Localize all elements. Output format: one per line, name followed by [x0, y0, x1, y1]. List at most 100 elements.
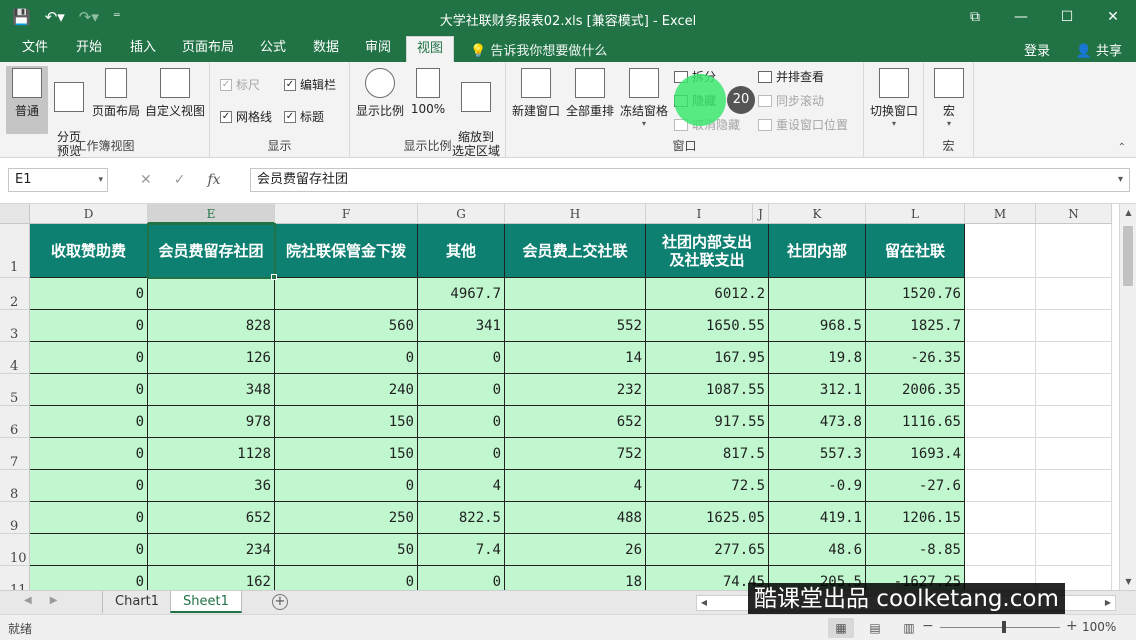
empty-cell[interactable] — [1036, 534, 1112, 566]
empty-cell[interactable] — [965, 342, 1036, 374]
table-cell[interactable]: 0 — [30, 438, 148, 470]
table-cell[interactable]: -27.6 — [866, 470, 965, 502]
column-header-i[interactable]: I — [646, 204, 753, 224]
headings-checkbox[interactable]: ✓ 标题 — [284, 108, 324, 125]
scroll-right-icon[interactable]: ▶ — [1101, 596, 1115, 610]
chevron-down-icon[interactable]: ▾ — [98, 169, 103, 191]
table-header-cell[interactable]: 会员费上交社联 — [505, 224, 646, 278]
column-header-g[interactable]: G — [418, 204, 505, 224]
table-cell[interactable]: 0 — [418, 438, 505, 470]
column-header-d[interactable]: D — [30, 204, 148, 224]
zoom-100-button[interactable]: 100% — [408, 66, 448, 116]
empty-cell[interactable] — [1036, 502, 1112, 534]
table-cell[interactable]: 0 — [30, 566, 148, 590]
sheet-tab-chart1[interactable]: Chart1 — [102, 591, 172, 613]
tab-insert[interactable]: 插入 — [120, 36, 166, 62]
zoom-slider[interactable]: − + — [918, 618, 1078, 637]
row-header-4[interactable]: 4 — [0, 342, 30, 374]
select-all-corner[interactable] — [0, 204, 30, 224]
zoom-to-selection-button[interactable]: 缩放到 选定区域 — [450, 66, 502, 172]
table-cell[interactable]: 419.1 — [769, 502, 866, 534]
table-cell[interactable] — [769, 278, 866, 310]
table-cell[interactable]: 968.5 — [769, 310, 866, 342]
empty-cell[interactable] — [1036, 470, 1112, 502]
macros-button[interactable]: 宏 ▾ — [928, 66, 970, 128]
zoom-knob[interactable] — [1002, 621, 1006, 633]
table-cell[interactable]: 652 — [505, 406, 646, 438]
switch-windows-button[interactable]: 切换窗口 ▾ — [866, 66, 922, 128]
table-cell[interactable]: 0 — [30, 278, 148, 310]
empty-cell[interactable] — [1036, 438, 1112, 470]
table-cell[interactable]: 250 — [275, 502, 418, 534]
table-cell[interactable]: 0 — [418, 342, 505, 374]
name-box[interactable]: E1 ▾ — [8, 168, 108, 192]
empty-cell[interactable] — [965, 406, 1036, 438]
row-header-5[interactable]: 5 — [0, 374, 30, 406]
scroll-up-icon[interactable]: ▲ — [1120, 204, 1136, 221]
arrange-all-button[interactable]: 全部重排 — [564, 66, 616, 119]
table-cell[interactable]: 4 — [505, 470, 646, 502]
table-cell[interactable]: 0 — [30, 310, 148, 342]
page-layout-view-button[interactable]: 页面布局 — [90, 66, 142, 119]
sync-scroll-button[interactable]: 同步滚动 — [758, 92, 824, 109]
table-header-cell[interactable]: 社团内部支出 及社联支出 — [646, 224, 769, 278]
row-header-10[interactable]: 10 — [0, 534, 30, 566]
table-header-cell[interactable]: 留在社联 — [866, 224, 965, 278]
table-cell[interactable]: 348 — [148, 374, 275, 406]
table-cell[interactable]: 552 — [505, 310, 646, 342]
table-cell[interactable]: 48.6 — [769, 534, 866, 566]
table-cell[interactable]: 18 — [505, 566, 646, 590]
row-header-7[interactable]: 7 — [0, 438, 30, 470]
row-header-6[interactable]: 6 — [0, 406, 30, 438]
fill-handle[interactable] — [271, 274, 277, 280]
table-cell[interactable] — [505, 278, 646, 310]
table-cell[interactable]: 1693.4 — [866, 438, 965, 470]
table-cell[interactable]: 0 — [275, 470, 418, 502]
row-header-9[interactable]: 9 — [0, 502, 30, 534]
empty-cell[interactable] — [1036, 278, 1112, 310]
row-header-1[interactable]: 1 — [0, 224, 30, 278]
empty-cell[interactable] — [965, 374, 1036, 406]
table-cell[interactable]: -0.9 — [769, 470, 866, 502]
table-cell[interactable]: 1520.76 — [866, 278, 965, 310]
column-header-l[interactable]: L — [866, 204, 965, 224]
empty-cell[interactable] — [965, 534, 1036, 566]
table-cell[interactable]: 0 — [30, 374, 148, 406]
table-cell[interactable]: 0 — [30, 470, 148, 502]
table-cell[interactable]: 126 — [148, 342, 275, 374]
zoom-track[interactable] — [940, 627, 1060, 628]
page-layout-view-icon[interactable]: ▤ — [862, 618, 888, 638]
formula-bar-checkbox[interactable]: ✓ 编辑栏 — [284, 76, 336, 93]
table-cell[interactable]: 50 — [275, 534, 418, 566]
zoom-button[interactable]: 显示比例 — [354, 66, 406, 119]
vertical-scrollbar[interactable]: ▲ ▼ — [1119, 204, 1136, 590]
table-cell[interactable]: 0 — [30, 534, 148, 566]
column-header-n[interactable]: N — [1036, 204, 1112, 224]
custom-views-button[interactable]: 自定义视图 — [144, 66, 206, 119]
zoom-level[interactable]: 100% — [1082, 620, 1116, 634]
tab-data[interactable]: 数据 — [303, 36, 349, 62]
table-cell[interactable]: 72.5 — [646, 470, 769, 502]
table-cell[interactable]: 822.5 — [418, 502, 505, 534]
table-cell[interactable]: 7.4 — [418, 534, 505, 566]
table-cell[interactable]: 36 — [148, 470, 275, 502]
column-header-f[interactable]: F — [275, 204, 418, 224]
ruler-checkbox[interactable]: ✓ 标尺 — [220, 76, 260, 93]
table-cell[interactable]: 150 — [275, 406, 418, 438]
table-cell[interactable]: 978 — [148, 406, 275, 438]
table-header-cell[interactable]: 会员费留存社团 — [148, 224, 275, 278]
table-cell[interactable]: 312.1 — [769, 374, 866, 406]
freeze-panes-button[interactable]: 冻结窗格 ▾ — [618, 66, 670, 128]
table-cell[interactable]: 488 — [505, 502, 646, 534]
table-header-cell[interactable]: 社团内部 — [769, 224, 866, 278]
table-cell[interactable]: 0 — [418, 566, 505, 590]
close-button[interactable]: ✕ — [1090, 0, 1136, 34]
tab-page-layout[interactable]: 页面布局 — [172, 36, 244, 62]
minimize-button[interactable]: — — [998, 0, 1044, 34]
scroll-thumb[interactable] — [1123, 226, 1133, 286]
empty-cell[interactable] — [965, 438, 1036, 470]
empty-cell[interactable] — [1036, 342, 1112, 374]
normal-view-button[interactable]: 普通 — [6, 66, 48, 134]
table-header-cell[interactable]: 院社联保管金下拨 — [275, 224, 418, 278]
table-cell[interactable]: 4 — [418, 470, 505, 502]
